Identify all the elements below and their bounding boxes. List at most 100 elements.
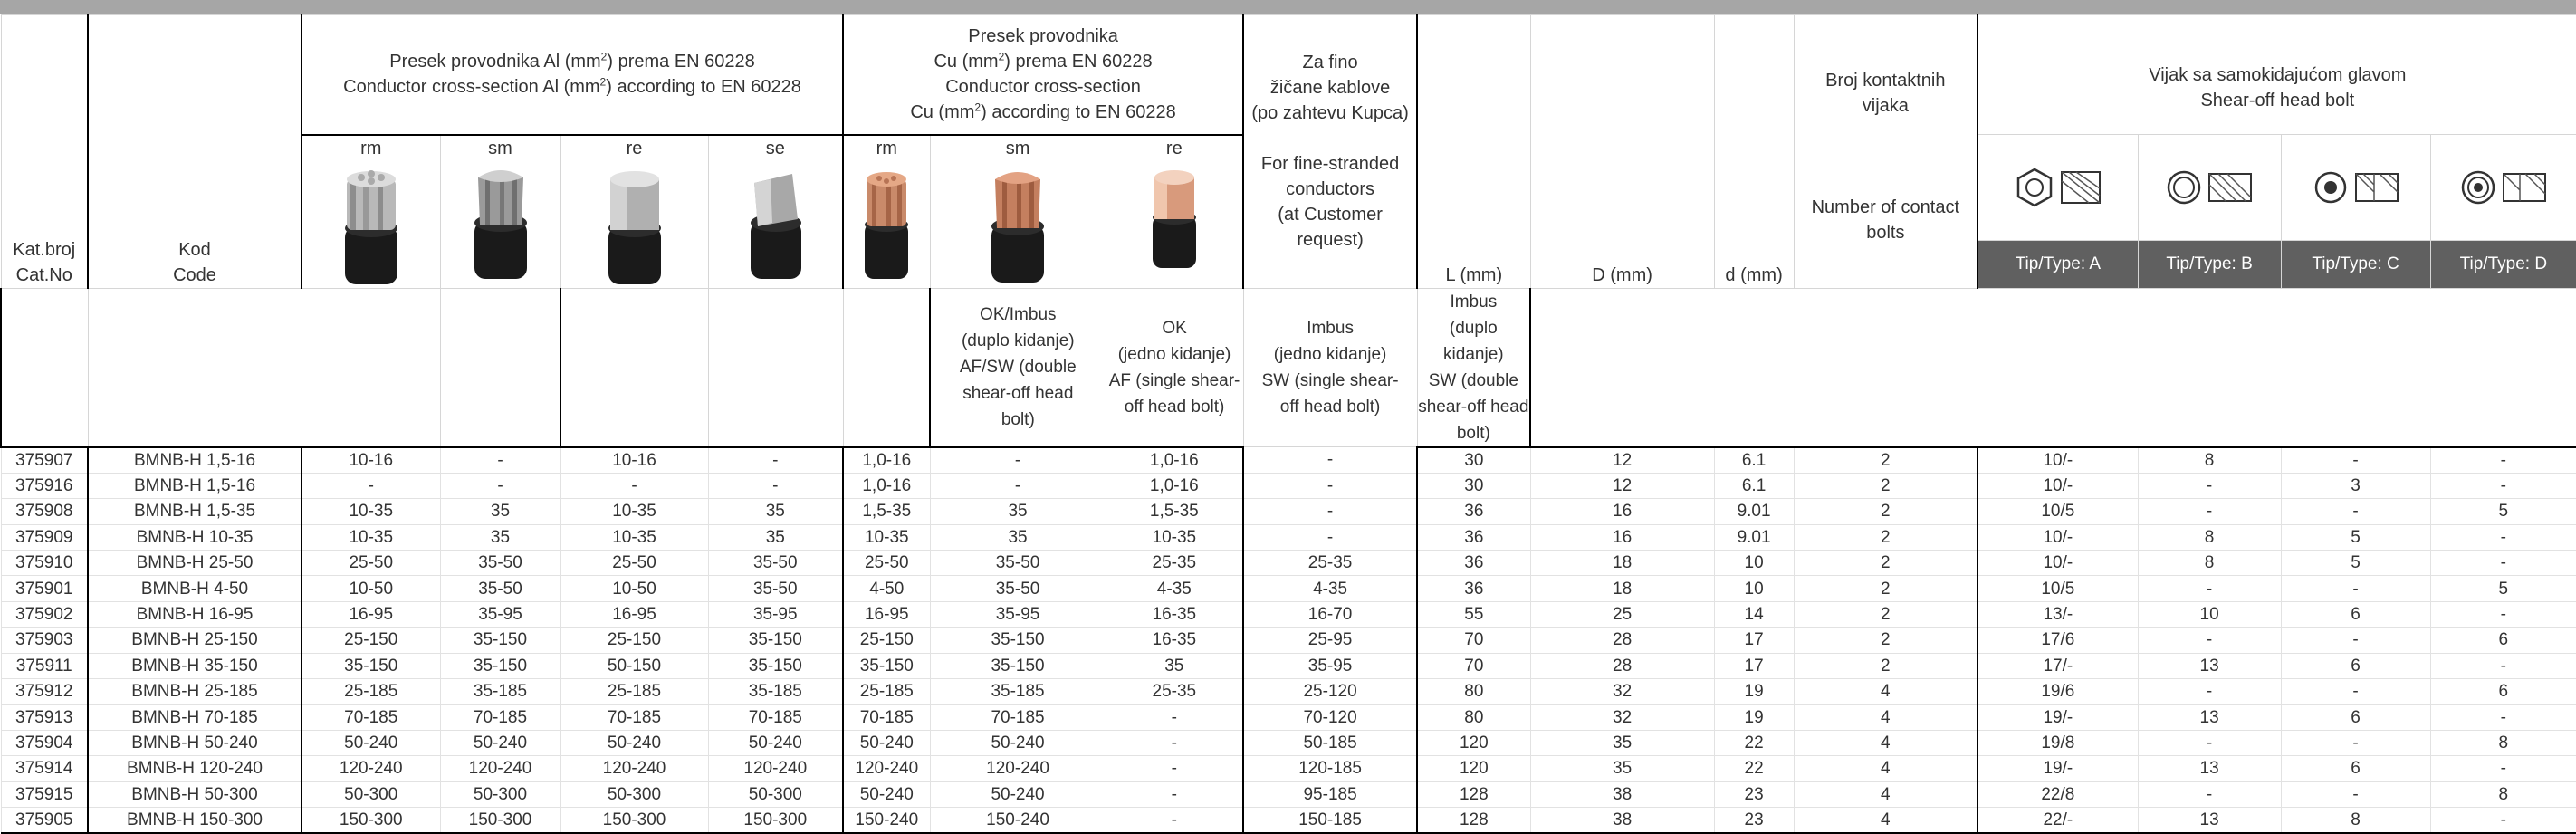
- cell-contact-bolts: 2: [1793, 472, 1978, 500]
- cell-al-se: -: [707, 446, 844, 474]
- cell-cu-sm: 35-50: [929, 575, 1106, 602]
- cell-length-L: 120: [1416, 729, 1531, 757]
- cell-type-d: -: [2429, 550, 2576, 577]
- cell-al-rm: 150-300: [301, 806, 441, 834]
- cell-fine-stranded: 95-185: [1242, 781, 1418, 808]
- cell-al-re: 50-150: [560, 652, 709, 680]
- cell-diameter-D: 18: [1529, 550, 1715, 577]
- cell-al-sm: -: [439, 446, 561, 474]
- product-table: Kat.broj Cat.No Kod Code Presek provodni…: [0, 14, 2576, 834]
- cell-al-re: 25-185: [560, 678, 709, 705]
- cell-diameter-d: 19: [1713, 678, 1795, 705]
- cell-code: BMNB-H 25-50: [87, 550, 302, 577]
- cell-cat-no: 375907: [0, 446, 89, 474]
- cell-al-sm: 35-150: [439, 652, 561, 680]
- cell-al-se: 35-50: [707, 550, 844, 577]
- cell-length-L: 30: [1416, 446, 1531, 474]
- cell-contact-bolts: 2: [1793, 652, 1978, 680]
- cell-type-d: 5: [2429, 575, 2576, 602]
- table-row: 375901 BMNB-H 4-50 10-50 35-50 10-50 35-50 4-5…: [0, 575, 2576, 602]
- header-al-sm-gap: [87, 288, 302, 447]
- cell-length-L: 70: [1416, 627, 1531, 654]
- cell-diameter-d: 23: [1713, 806, 1795, 834]
- al-group-line1-post: ) prema EN 60228: [607, 52, 755, 72]
- cell-cu-re: 25-35: [1105, 550, 1245, 577]
- al-group-line2-post: ) according to EN 60228: [606, 77, 801, 98]
- cell-type-d: -: [2429, 446, 2576, 474]
- cell-contact-bolts: 2: [1793, 523, 1978, 551]
- cell-cu-sm: 35-50: [929, 550, 1106, 577]
- cell-fine-stranded: 35-95: [1242, 652, 1418, 680]
- header-cu-re: re: [1105, 134, 1245, 289]
- cell-type-a: 22/8: [1977, 781, 2139, 808]
- cell-length-L: 80: [1416, 678, 1531, 705]
- cell-contact-bolts: 2: [1793, 575, 1978, 602]
- cell-length-L: 128: [1416, 781, 1531, 808]
- cell-type-c: 5: [2280, 523, 2431, 551]
- cell-diameter-D: 12: [1529, 446, 1715, 474]
- cell-cat-no: 375911: [0, 652, 89, 680]
- bolt-type-d-icon: [2461, 170, 2546, 205]
- cell-code: BMNB-H 4-50: [87, 575, 302, 602]
- cell-al-se: 35-150: [707, 652, 844, 680]
- tip-type-d: Tip/Type: D: [2429, 240, 2576, 289]
- cell-al-se: 35-150: [707, 627, 844, 654]
- cell-type-a: 10/-: [1977, 472, 2139, 500]
- cell-length-L: 36: [1416, 550, 1531, 577]
- cell-al-rm: 25-185: [301, 678, 441, 705]
- cell-al-re: 50-240: [560, 729, 709, 757]
- cell-type-c: -: [2280, 627, 2431, 654]
- cell-type-a: 17/6: [1977, 627, 2139, 654]
- cell-al-re: 50-300: [560, 781, 709, 808]
- cell-al-se: 35-50: [707, 575, 844, 602]
- cell-type-b: -: [2137, 781, 2282, 808]
- cell-type-a: 10/5: [1977, 575, 2139, 602]
- cell-length-L: 128: [1416, 806, 1531, 834]
- cell-type-b: -: [2137, 678, 2282, 705]
- header-d: d (mm): [1713, 14, 1795, 289]
- header-al-re-gap: [301, 288, 441, 447]
- product-table-body: 375907 BMNB-H 1,5-16 10-16-10-16-1,0-16-1,…: [0, 446, 2576, 834]
- cell-cu-sm: -: [929, 446, 1106, 474]
- cell-fine-stranded: 25-120: [1242, 678, 1418, 705]
- cell-diameter-D: 38: [1529, 806, 1715, 834]
- cell-al-sm: 150-300: [439, 806, 561, 834]
- cell-length-L: 36: [1416, 523, 1531, 551]
- cu-group-line1: Presek provodnika: [968, 26, 1118, 47]
- cell-code: BMNB-H 25-185: [87, 678, 302, 705]
- cell-al-se: 35-95: [707, 600, 844, 628]
- cell-al-rm: 10-35: [301, 523, 441, 551]
- cell-length-L: 55: [1416, 600, 1531, 628]
- cell-code: BMNB-H 1,5-16: [87, 472, 302, 500]
- cell-type-d: 8: [2429, 781, 2576, 808]
- cell-cu-rm: 16-95: [842, 600, 931, 628]
- al-rm-label: rm: [360, 138, 382, 158]
- tip-type-c: Tip/Type: C: [2280, 240, 2431, 289]
- cell-al-re: 25-150: [560, 627, 709, 654]
- cell-cu-re: 1,0-16: [1105, 446, 1245, 474]
- cell-diameter-D: 38: [1529, 781, 1715, 808]
- cell-diameter-d: 10: [1713, 550, 1795, 577]
- cell-cat-no: 375905: [0, 806, 89, 834]
- header-shear-off: Vijak sa samokidajućom glavom Shear-off …: [1977, 14, 2576, 135]
- cell-type-b: 8: [2137, 523, 2282, 551]
- cell-contact-bolts: 2: [1793, 600, 1978, 628]
- cell-type-a: 19/6: [1977, 678, 2139, 705]
- cell-code: BMNB-H 25-150: [87, 627, 302, 654]
- cell-contact-bolts: 4: [1793, 704, 1978, 731]
- cell-type-b: -: [2137, 627, 2282, 654]
- table-row: 375913 BMNB-H 70-185 70-185 70-185 70-185 70-…: [0, 704, 2576, 731]
- al-sm-label: sm: [488, 138, 512, 158]
- cell-diameter-D: 18: [1529, 575, 1715, 602]
- cell-type-b: -: [2137, 472, 2282, 500]
- cell-cu-rm: 10-35: [842, 523, 931, 551]
- cell-cu-re: 16-35: [1105, 627, 1245, 654]
- header-bolts: Broj kontaktnih vijaka Number of contact…: [1793, 14, 1978, 289]
- cell-al-re: 16-95: [560, 600, 709, 628]
- cell-type-b: -: [2137, 498, 2282, 525]
- cell-fine-stranded: 150-185: [1242, 806, 1418, 834]
- cell-cu-rm: 25-50: [842, 550, 931, 577]
- cell-type-b: 8: [2137, 446, 2282, 474]
- cell-cu-sm: 35: [929, 498, 1106, 525]
- cell-al-sm: 35-95: [439, 600, 561, 628]
